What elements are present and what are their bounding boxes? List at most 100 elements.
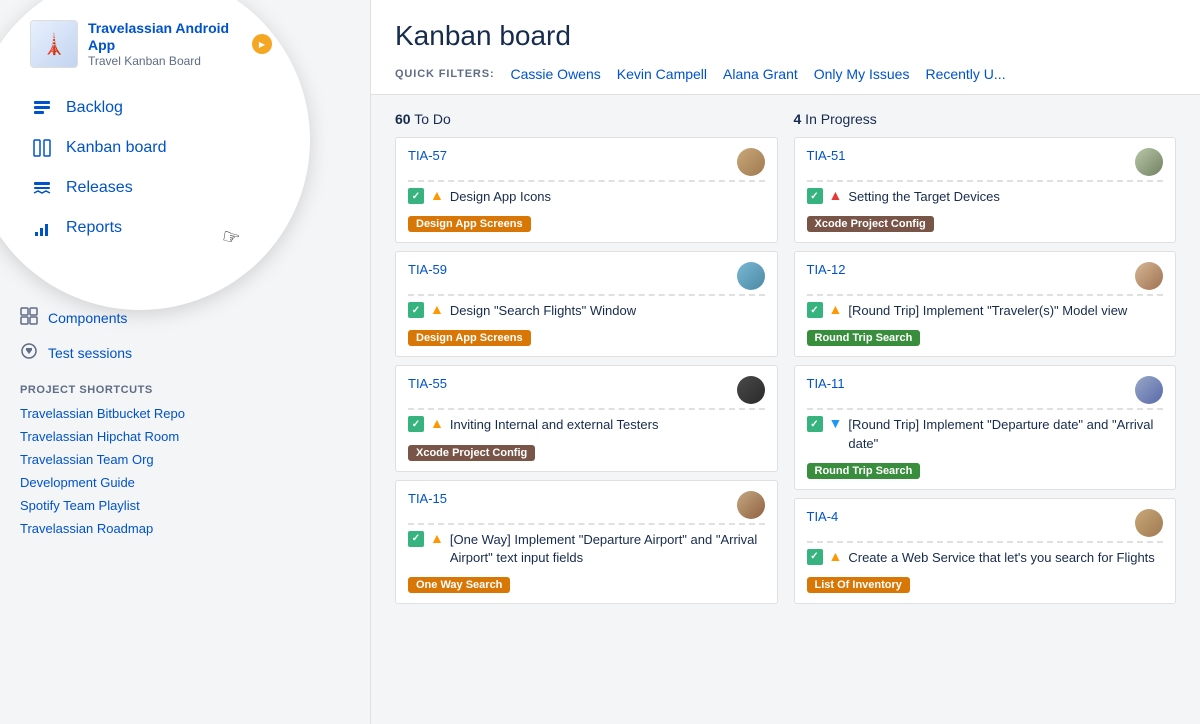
card-tia-15-avatar <box>737 491 765 519</box>
card-tia-59-id[interactable]: TIA-59 <box>408 262 447 277</box>
issue-type-icon <box>807 549 823 565</box>
shortcut-roadmap[interactable]: Travelassian Roadmap <box>20 517 350 540</box>
issue-type-icon <box>807 302 823 318</box>
card-tia-11-avatar <box>1135 376 1163 404</box>
card-tia-15-id[interactable]: TIA-15 <box>408 491 447 506</box>
todo-cards: TIA-57 ▲ Design App Icons Design App Scr… <box>395 137 778 604</box>
kanban-label: Kanban board <box>66 139 167 157</box>
card-tia-57-top: TIA-57 <box>408 148 765 176</box>
filter-kevin[interactable]: Kevin Campell <box>617 66 707 82</box>
card-tia-12-id[interactable]: TIA-12 <box>807 262 846 277</box>
nav-item-components[interactable]: Components <box>20 300 350 335</box>
shortcut-team-org[interactable]: Travelassian Team Org <box>20 448 350 471</box>
expand-icon[interactable] <box>252 34 272 54</box>
issue-type-icon <box>807 188 823 204</box>
card-tia-11-badge[interactable]: Round Trip Search <box>807 463 921 479</box>
test-sessions-label: Test sessions <box>48 345 132 361</box>
card-tia-4-id[interactable]: TIA-4 <box>807 509 839 524</box>
kanban-board: 60 To Do TIA-57 ▲ Design App Icons Desig… <box>371 95 1200 724</box>
filter-cassie[interactable]: Cassie Owens <box>511 66 601 82</box>
releases-label: Releases <box>66 179 133 197</box>
card-separator <box>408 523 765 525</box>
backlog-label: Backlog <box>66 99 123 117</box>
card-tia-11-title: [Round Trip] Implement "Departure date" … <box>848 416 1163 452</box>
issue-type-icon <box>408 531 424 547</box>
priority-icon: ▲ <box>829 188 843 202</box>
card-separator <box>408 180 765 182</box>
project-name: Travelassian Android App <box>88 20 252 54</box>
card-tia-59-badge[interactable]: Design App Screens <box>408 330 531 346</box>
card-tia-55-top: TIA-55 <box>408 376 765 404</box>
card-tia-57-badge[interactable]: Design App Screens <box>408 216 531 232</box>
column-in-progress-header: 4 In Progress <box>794 111 1177 127</box>
shortcut-spotify[interactable]: Spotify Team Playlist <box>20 494 350 517</box>
project-header: 🗼 Travelassian Android App Travel Kanban… <box>30 20 280 68</box>
nav-item-backlog[interactable]: Backlog <box>30 88 280 128</box>
shortcut-bitbucket[interactable]: Travelassian Bitbucket Repo <box>20 402 350 425</box>
nav-item-releases[interactable]: Releases <box>30 168 280 208</box>
card-tia-59: TIA-59 ▲ Design "Search Flights" Window … <box>395 251 778 357</box>
card-tia-12-badge[interactable]: Round Trip Search <box>807 330 921 346</box>
card-separator <box>807 294 1164 296</box>
card-tia-15-top: TIA-15 <box>408 491 765 519</box>
card-tia-51: TIA-51 ▲ Setting the Target Devices Xcod… <box>794 137 1177 243</box>
kanban-icon <box>30 136 54 160</box>
card-tia-11-top: TIA-11 <box>807 376 1164 404</box>
project-info: Travelassian Android App Travel Kanban B… <box>88 20 252 68</box>
card-tia-55-id[interactable]: TIA-55 <box>408 376 447 391</box>
column-in-progress: 4 In Progress TIA-51 ▲ Setting the Targe… <box>794 111 1177 708</box>
card-tia-4-badge[interactable]: List Of Inventory <box>807 577 910 593</box>
card-tia-55-middle: ▲ Inviting Internal and external Testers <box>408 416 765 434</box>
components-icon <box>20 307 38 328</box>
nav-item-test-sessions[interactable]: Test sessions <box>20 335 350 370</box>
card-tia-12-middle: ▲ [Round Trip] Implement "Traveler(s)" M… <box>807 302 1164 320</box>
card-tia-15-title: [One Way] Implement "Departure Airport" … <box>450 531 765 567</box>
components-label: Components <box>48 310 127 326</box>
column-todo-header: 60 To Do <box>395 111 778 127</box>
priority-icon: ▲ <box>829 302 843 316</box>
nav-item-kanban[interactable]: Kanban board <box>30 128 280 168</box>
main-header: Kanban board QUICK FILTERS: Cassie Owens… <box>371 0 1200 95</box>
shortcuts-label: PROJECT SHORTCUTS <box>20 384 350 396</box>
card-tia-57-title: Design App Icons <box>450 188 765 206</box>
card-tia-59-middle: ▲ Design "Search Flights" Window <box>408 302 765 320</box>
card-separator <box>807 180 1164 182</box>
card-tia-51-avatar <box>1135 148 1163 176</box>
shortcut-dev-guide[interactable]: Development Guide <box>20 471 350 494</box>
card-tia-57-avatar <box>737 148 765 176</box>
card-tia-51-badge[interactable]: Xcode Project Config <box>807 216 934 232</box>
project-logo: 🗼 <box>30 20 78 68</box>
card-tia-51-middle: ▲ Setting the Target Devices <box>807 188 1164 206</box>
card-separator <box>807 408 1164 410</box>
card-tia-59-top: TIA-59 <box>408 262 765 290</box>
priority-icon: ▼ <box>829 416 843 430</box>
shortcut-hipchat[interactable]: Travelassian Hipchat Room <box>20 425 350 448</box>
card-tia-55-badge[interactable]: Xcode Project Config <box>408 445 535 461</box>
card-tia-59-title: Design "Search Flights" Window <box>450 302 765 320</box>
quick-filters: QUICK FILTERS: Cassie Owens Kevin Campel… <box>395 66 1176 94</box>
card-tia-4-title: Create a Web Service that let's you sear… <box>848 549 1163 567</box>
card-separator <box>807 541 1164 543</box>
card-tia-57-id[interactable]: TIA-57 <box>408 148 447 163</box>
project-popup: 🗼 Travelassian Android App Travel Kanban… <box>0 0 310 310</box>
card-tia-15-middle: ▲ [One Way] Implement "Departure Airport… <box>408 531 765 567</box>
filter-alana[interactable]: Alana Grant <box>723 66 798 82</box>
card-tia-4: TIA-4 ▲ Create a Web Service that let's … <box>794 498 1177 604</box>
filter-recently[interactable]: Recently U... <box>925 66 1005 82</box>
card-tia-11-id[interactable]: TIA-11 <box>807 376 845 391</box>
priority-icon: ▲ <box>829 549 843 563</box>
column-todo-count: 60 <box>395 111 411 127</box>
card-tia-55-avatar <box>737 376 765 404</box>
quick-filters-label: QUICK FILTERS: <box>395 68 495 80</box>
card-tia-12-top: TIA-12 <box>807 262 1164 290</box>
card-tia-4-top: TIA-4 <box>807 509 1164 537</box>
in-progress-cards: TIA-51 ▲ Setting the Target Devices Xcod… <box>794 137 1177 604</box>
sidebar-bottom: Components Test sessions PROJECT SHORTCU… <box>0 290 370 550</box>
reports-icon <box>30 216 54 240</box>
card-tia-11: TIA-11 ▼ [Round Trip] Implement "Departu… <box>794 365 1177 489</box>
card-tia-4-middle: ▲ Create a Web Service that let's you se… <box>807 549 1164 567</box>
card-tia-57: TIA-57 ▲ Design App Icons Design App Scr… <box>395 137 778 243</box>
card-tia-15-badge[interactable]: One Way Search <box>408 577 510 593</box>
filter-only-my-issues[interactable]: Only My Issues <box>814 66 910 82</box>
card-tia-51-id[interactable]: TIA-51 <box>807 148 846 163</box>
